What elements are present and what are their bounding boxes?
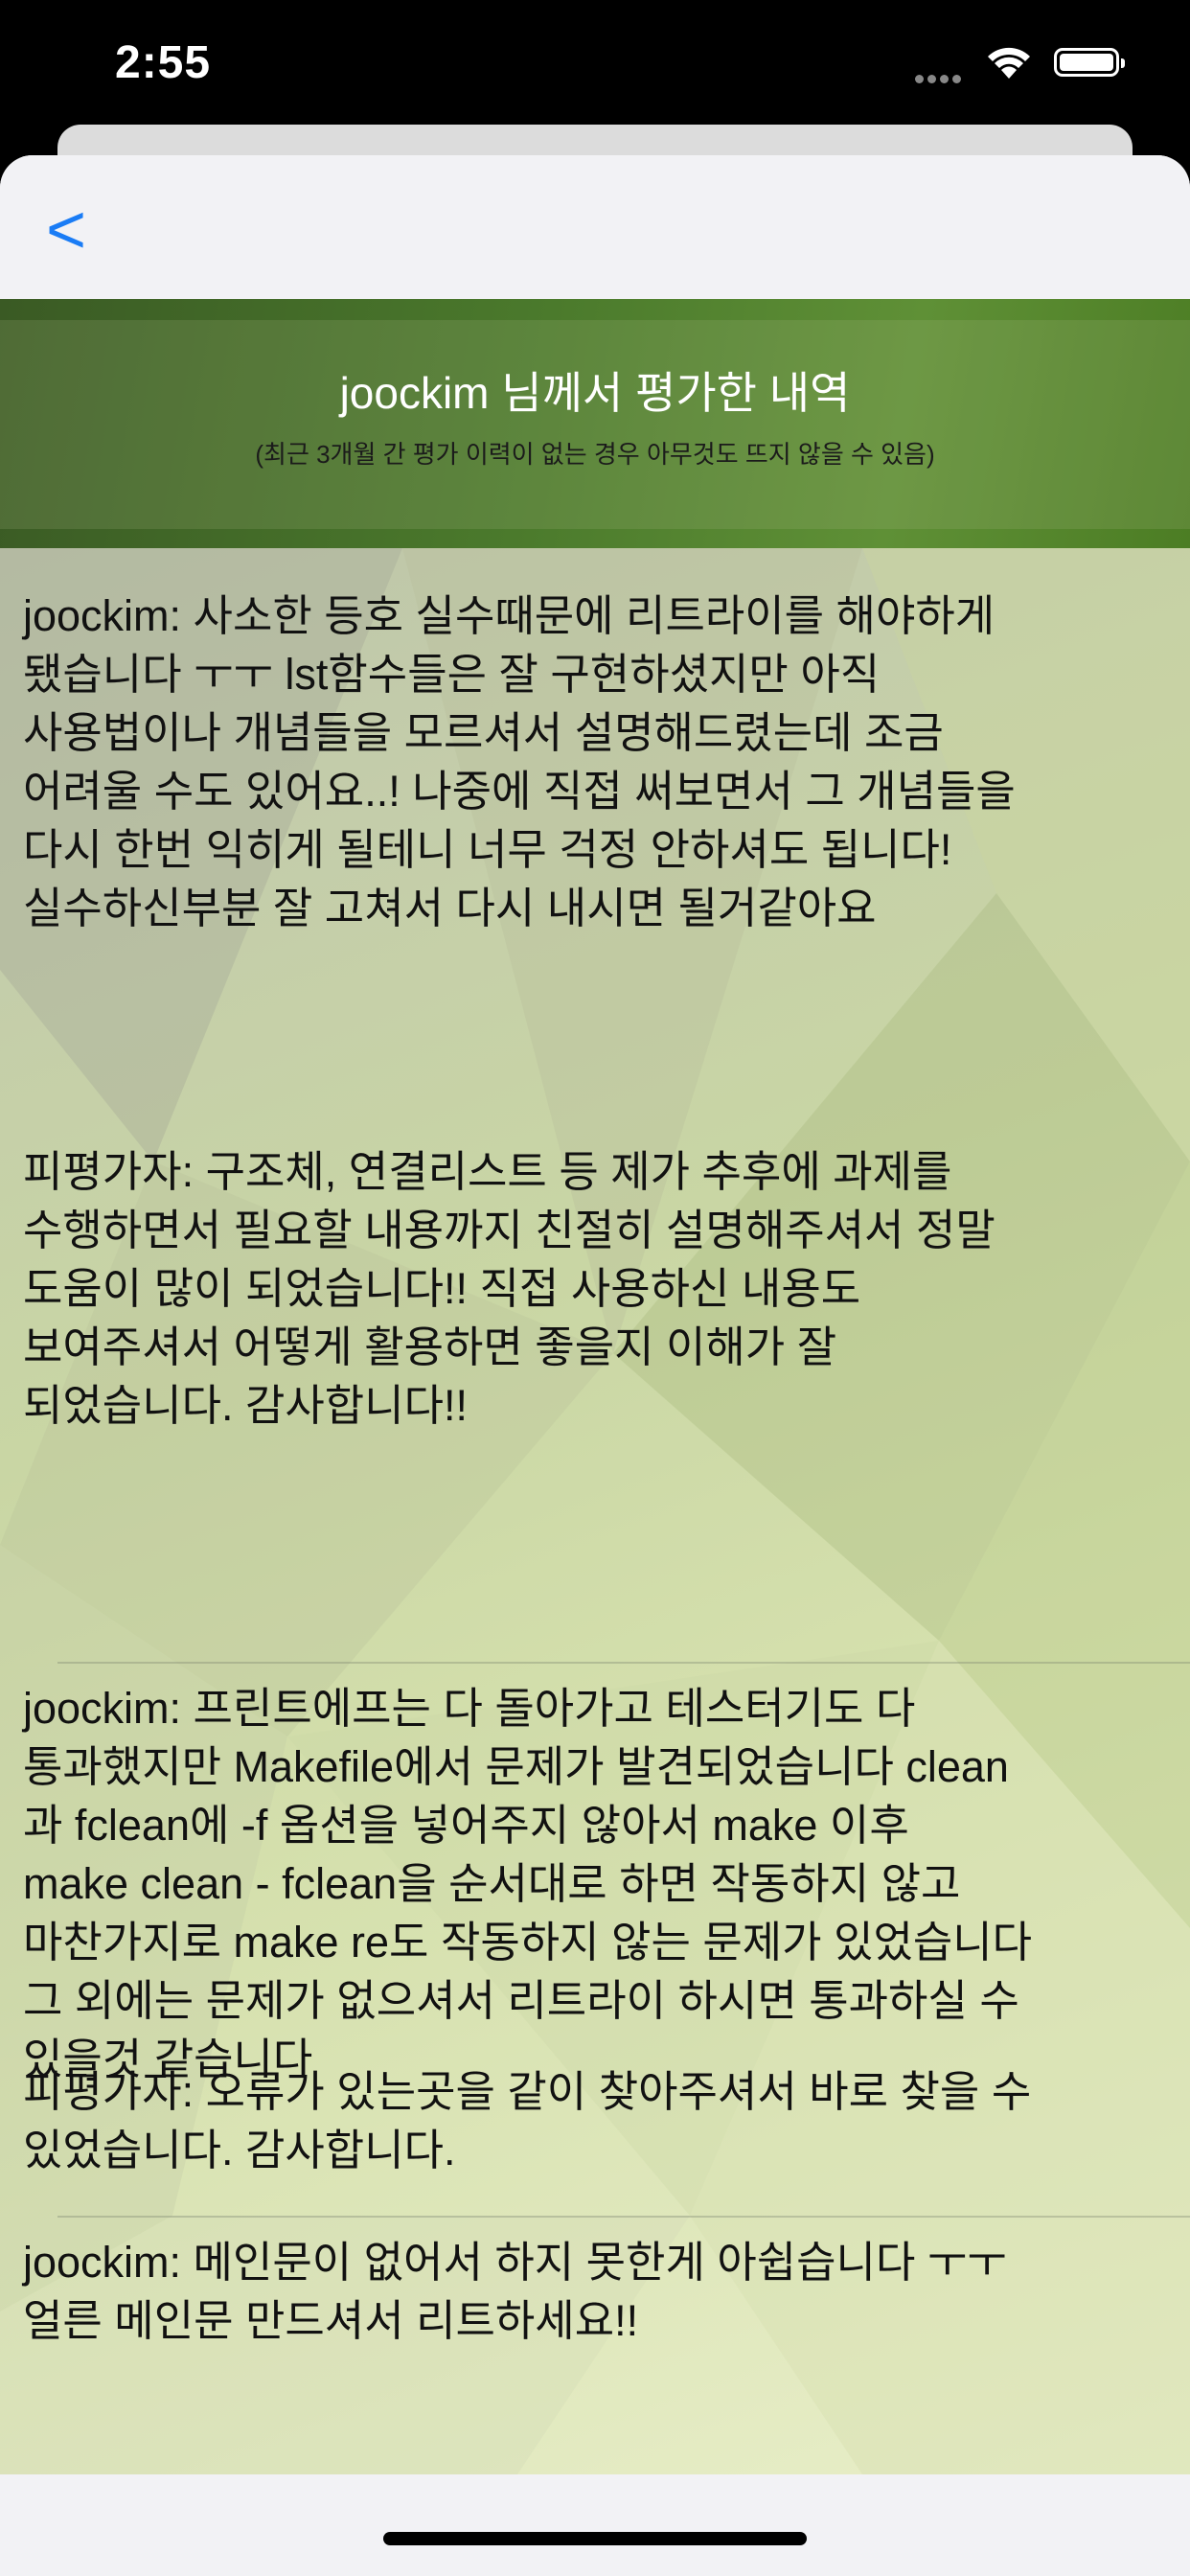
home-indicator-area <box>0 2474 1190 2576</box>
review-divider <box>57 2216 1190 2218</box>
status-time: 2:55 <box>115 37 212 88</box>
banner-subtitle: (최근 3개월 간 평가 이력이 없는 경우 아무것도 뜨지 않을 수 있음) <box>255 440 935 469</box>
back-button[interactable]: < <box>46 192 113 268</box>
modal-sheet: < joockim 님께서 평가한 내역 (최근 3개월 간 평가 이력이 없는… <box>0 155 1190 2576</box>
home-indicator[interactable] <box>383 2532 807 2545</box>
header-banner: joockim 님께서 평가한 내역 (최근 3개월 간 평가 이력이 없는 경… <box>0 299 1190 548</box>
cellular-signal-icon <box>915 71 965 88</box>
wifi-icon <box>985 44 1033 85</box>
evaluator-comment: joockim: 사소한 등호 실수때문에 리트라이를 해야하게 됐습니다 ㅜㅜ… <box>23 591 1016 932</box>
navigation-bar: < <box>0 155 1190 299</box>
battery-icon <box>1054 48 1125 77</box>
status-bar: 2:55 <box>0 0 1190 134</box>
review-scroll-view[interactable]: joockim 님께서 평가한 내역 (최근 3개월 간 평가 이력이 없는 경… <box>0 299 1190 2474</box>
review-divider <box>57 1662 1190 1664</box>
evaluator-comment: joockim: 프린트에프는 다 돌아가고 테스터기도 다 통과했지만 Mak… <box>23 1684 1033 2083</box>
evaluatee-feedback: 피평가자: 오류가 있는곳을 같이 찾아주셔서 바로 찾을 수 있었습니다. 감… <box>23 2067 1032 2174</box>
evaluator-comment: joockim: 메인문이 없어서 하지 못한게 아쉽습니다 ㅜㅜ 얼른 메인문… <box>23 2238 1007 2345</box>
evaluatee-feedback: 피평가자: 구조체, 연결리스트 등 제가 추후에 과제를 수행하면서 필요할 … <box>23 1147 995 1430</box>
banner-overlay <box>0 320 1190 529</box>
banner-title: joockim 님께서 평가한 내역 <box>339 368 851 418</box>
